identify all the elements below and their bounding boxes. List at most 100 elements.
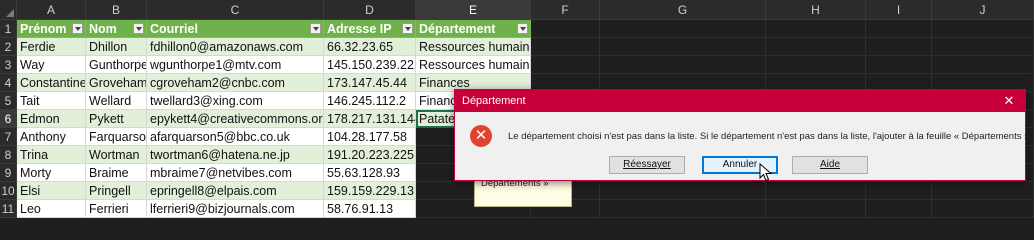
table-cell[interactable]: 145.150.239.221 (324, 56, 416, 74)
column-header-i[interactable]: I (866, 0, 932, 20)
table-cell[interactable]: Farquarson (86, 128, 147, 146)
table-cell[interactable]: Groveham (86, 74, 147, 92)
empty-cell[interactable] (766, 56, 866, 74)
table-cell[interactable]: Way (17, 56, 86, 74)
empty-cell[interactable] (766, 200, 866, 218)
column-header-a[interactable]: A (17, 0, 86, 20)
help-button[interactable]: Aide (792, 156, 868, 174)
table-cell[interactable]: twortman6@hatena.ne.jp (147, 146, 324, 164)
row-header-3[interactable]: 3 (0, 56, 17, 74)
column-header-e[interactable]: E (416, 0, 531, 20)
empty-cell[interactable] (932, 20, 1034, 38)
table-cell[interactable]: Ferrieri (86, 200, 147, 218)
column-header-c[interactable]: C (147, 0, 324, 20)
row-header-6[interactable]: 6 (0, 110, 17, 128)
row-header-11[interactable]: 11 (0, 200, 17, 218)
row-header-9[interactable]: 9 (0, 164, 17, 182)
table-cell[interactable]: Leo (17, 200, 86, 218)
empty-cell[interactable] (766, 20, 866, 38)
column-header-f[interactable]: F (531, 0, 600, 20)
row-header-7[interactable]: 7 (0, 128, 17, 146)
column-header-j[interactable]: J (932, 0, 1034, 20)
table-cell[interactable]: mbraime7@netvibes.com (147, 164, 324, 182)
column-header-h[interactable]: H (766, 0, 866, 20)
table-cell[interactable]: 159.159.229.13 (324, 182, 416, 200)
empty-cell[interactable] (766, 38, 866, 56)
empty-cell[interactable] (600, 38, 766, 56)
column-header-g[interactable]: G (600, 0, 766, 20)
empty-cell[interactable] (531, 20, 600, 38)
empty-cell[interactable] (600, 20, 766, 38)
column-header-d[interactable]: D (324, 0, 416, 20)
table-header-cell[interactable]: Prénom (17, 20, 86, 38)
close-icon[interactable]: ✕ (1001, 90, 1017, 112)
filter-dropdown-icon[interactable] (517, 23, 528, 34)
table-cell[interactable]: lferrieri9@bizjournals.com (147, 200, 324, 218)
row-header-1[interactable]: 1 (0, 20, 17, 38)
row-header-4[interactable]: 4 (0, 74, 17, 92)
table-cell[interactable]: Constantine (17, 74, 86, 92)
table-cell[interactable]: Tait (17, 92, 86, 110)
table-cell[interactable]: epykett4@creativecommons.org (147, 110, 324, 128)
empty-cell[interactable] (600, 182, 766, 200)
table-cell[interactable]: Anthony (17, 128, 86, 146)
table-cell[interactable]: Ressources humaines (416, 38, 531, 56)
table-header-cell[interactable]: Nom (86, 20, 147, 38)
table-header-cell[interactable]: Adresse IP (324, 20, 416, 38)
empty-cell[interactable] (866, 200, 932, 218)
table-cell[interactable]: 58.76.91.13 (324, 200, 416, 218)
table-cell[interactable]: Wortman (86, 146, 147, 164)
table-cell[interactable]: Edmon (17, 110, 86, 128)
table-cell[interactable]: 66.32.23.65 (324, 38, 416, 56)
table-cell[interactable]: Elsi (17, 182, 86, 200)
filter-dropdown-icon[interactable] (133, 23, 144, 34)
table-cell[interactable]: 55.63.128.93 (324, 164, 416, 182)
empty-cell[interactable] (866, 182, 932, 200)
table-cell[interactable]: Ferdie (17, 38, 86, 56)
empty-cell[interactable] (531, 38, 600, 56)
empty-cell[interactable] (932, 56, 1034, 74)
row-header-5[interactable]: 5 (0, 92, 17, 110)
empty-cell[interactable] (866, 20, 932, 38)
column-header-b[interactable]: B (86, 0, 147, 20)
table-header-cell[interactable]: Courriel (147, 20, 324, 38)
table-cell[interactable]: 178.217.131.144 (324, 110, 416, 128)
row-header-2[interactable]: 2 (0, 38, 17, 56)
table-cell[interactable]: 173.147.45.44 (324, 74, 416, 92)
table-cell[interactable]: Pykett (86, 110, 147, 128)
table-cell[interactable]: wgunthorpe1@mtv.com (147, 56, 324, 74)
table-cell[interactable]: Trina (17, 146, 86, 164)
table-cell[interactable]: fdhillon0@amazonaws.com (147, 38, 324, 56)
filter-dropdown-icon[interactable] (310, 23, 321, 34)
table-cell[interactable]: Dhillon (86, 38, 147, 56)
empty-cell[interactable] (932, 38, 1034, 56)
table-header-cell[interactable]: Département (416, 20, 531, 38)
empty-cell[interactable] (932, 182, 1034, 200)
table-cell[interactable]: Braime (86, 164, 147, 182)
empty-cell[interactable] (531, 56, 600, 74)
table-cell[interactable]: Pringell (86, 182, 147, 200)
select-all-corner[interactable] (0, 0, 17, 20)
empty-cell[interactable] (600, 56, 766, 74)
dialog-title-bar[interactable]: Département (455, 90, 1025, 112)
table-cell[interactable]: Gunthorpe (86, 56, 147, 74)
table-cell[interactable]: twellard3@xing.com (147, 92, 324, 110)
table-cell[interactable]: Wellard (86, 92, 147, 110)
empty-cell[interactable] (766, 182, 866, 200)
empty-cell[interactable] (932, 200, 1034, 218)
table-cell[interactable]: 146.245.112.2 (324, 92, 416, 110)
filter-dropdown-icon[interactable] (72, 23, 83, 34)
table-cell[interactable]: epringell8@elpais.com (147, 182, 324, 200)
table-cell[interactable]: cgroveham2@cnbc.com (147, 74, 324, 92)
empty-cell[interactable] (866, 38, 932, 56)
row-header-8[interactable]: 8 (0, 146, 17, 164)
retry-button[interactable]: Réessayer (609, 156, 685, 174)
filter-dropdown-icon[interactable] (402, 23, 413, 34)
table-cell[interactable]: Morty (17, 164, 86, 182)
table-cell[interactable]: 191.20.223.225 (324, 146, 416, 164)
row-header-10[interactable]: 10 (0, 182, 17, 200)
empty-cell[interactable] (866, 56, 932, 74)
table-cell[interactable]: Ressources humaines (416, 56, 531, 74)
empty-cell[interactable] (600, 200, 766, 218)
table-cell[interactable]: 104.28.177.58 (324, 128, 416, 146)
